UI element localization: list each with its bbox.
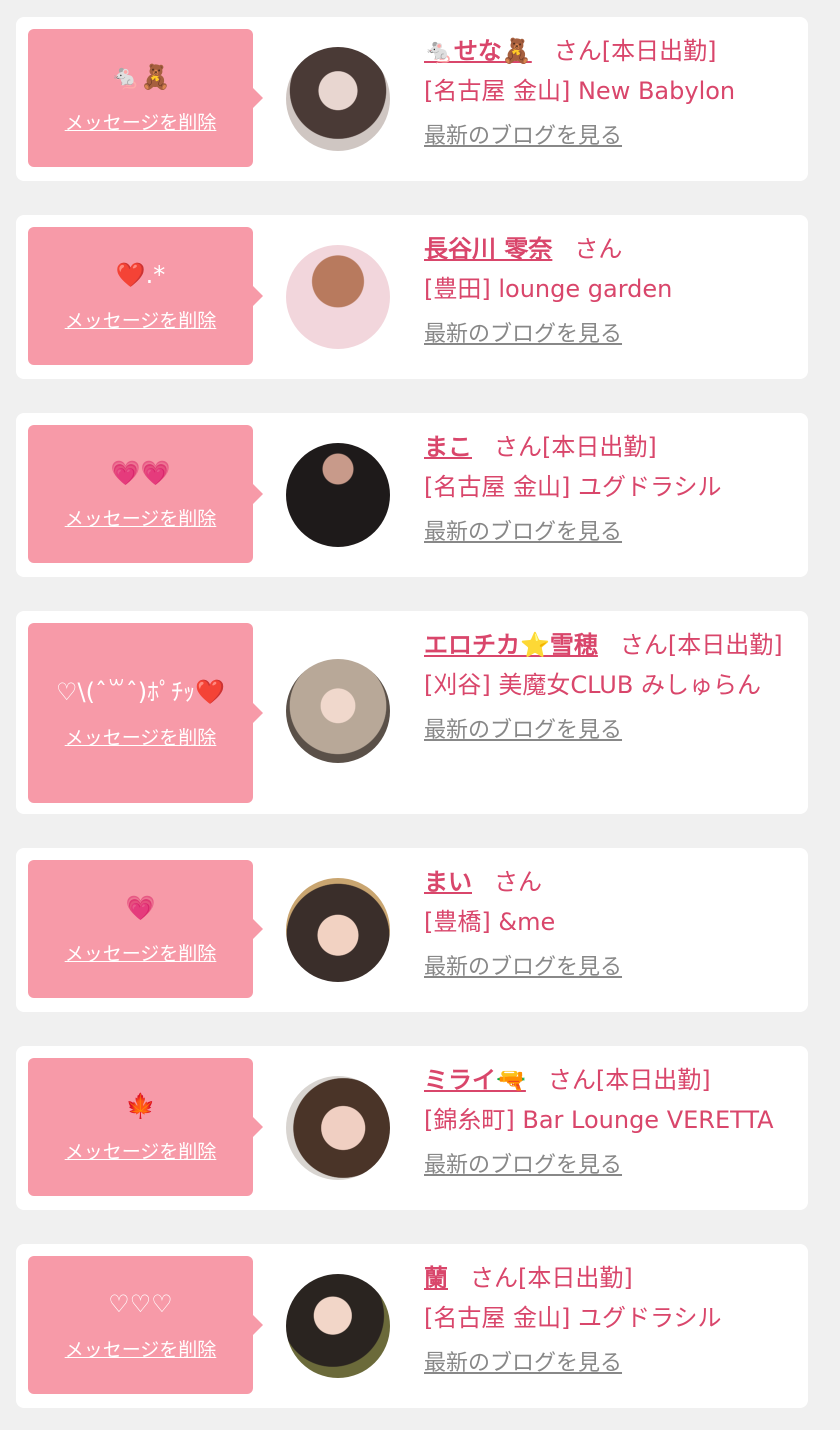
avatar[interactable] [286, 443, 390, 547]
avatar[interactable] [286, 659, 390, 763]
shop-info: [豊橋] &me [424, 908, 556, 936]
shop-info: [名古屋 金山] New Babylon [424, 77, 736, 105]
message-text: ♡♡♡ [108, 1289, 173, 1318]
message-bubble: 🐁🧸 メッセージを削除 [28, 29, 263, 167]
message-card: 💗💗 メッセージを削除 まこ さん[本日出勤] [名古屋 金山] ユグドラシル 最… [16, 413, 808, 577]
avatar[interactable] [286, 878, 390, 982]
cast-name-link[interactable]: まこ [424, 433, 472, 461]
message-text: ♡\(ˆ꒳ˆ)ﾎﾟﾁｯ❤️ [56, 677, 225, 706]
cast-name-link[interactable]: まい [424, 868, 472, 896]
delete-message-link[interactable]: メッセージを削除 [65, 1335, 217, 1362]
message-card: 🍁 メッセージを削除 ミライ🔫 さん[本日出勤] [錦糸町] Bar Lounge… [16, 1046, 808, 1210]
avatar[interactable] [286, 47, 390, 151]
latest-blog-link[interactable]: 最新のブログを見る [424, 321, 622, 349]
cast-name-link[interactable]: ミライ🔫 [424, 1066, 526, 1094]
avatar[interactable] [286, 1076, 390, 1180]
message-card: 🐁🧸 メッセージを削除 🐁せな🧸 さん[本日出勤] [名古屋 金山] New Ba… [16, 17, 808, 181]
latest-blog-link[interactable]: 最新のブログを見る [424, 123, 622, 151]
name-suffix: さん[本日出勤] [494, 433, 657, 461]
message-bubble: ❤️.* メッセージを削除 [28, 227, 263, 365]
avatar[interactable] [286, 1274, 390, 1378]
message-list: 🐁🧸 メッセージを削除 🐁せな🧸 さん[本日出勤] [名古屋 金山] New Ba… [0, 0, 840, 1430]
cast-name-link[interactable]: エロチカ⭐雪穂 [424, 631, 598, 659]
message-bubble: ♡♡♡ メッセージを削除 [28, 1256, 263, 1394]
message-card: 💗 メッセージを削除 まい さん [豊橋] &me 最新のブログを見る [16, 848, 808, 1012]
cast-name-link[interactable]: 長谷川 零奈 [424, 235, 552, 263]
delete-message-link[interactable]: メッセージを削除 [65, 306, 217, 333]
shop-info: [豊田] lounge garden [424, 275, 673, 303]
name-suffix: さん[本日出勤] [547, 1066, 711, 1094]
message-bubble: 🍁 メッセージを削除 [28, 1058, 263, 1196]
shop-info: [錦糸町] Bar Lounge VERETTA [424, 1106, 774, 1134]
name-suffix: さん [574, 235, 623, 263]
name-suffix: さん[本日出勤] [553, 37, 717, 65]
delete-message-link[interactable]: メッセージを削除 [65, 108, 217, 135]
message-card: ♡\(ˆ꒳ˆ)ﾎﾟﾁｯ❤️ メッセージを削除 エロチカ⭐雪穂 さん[本日出勤] [… [16, 611, 808, 814]
message-text: ❤️.* [115, 260, 166, 289]
shop-info: [名古屋 金山] ユグドラシル [424, 1304, 722, 1332]
message-text: 🐁🧸 [110, 62, 171, 91]
latest-blog-link[interactable]: 最新のブログを見る [424, 954, 622, 982]
cast-name-link[interactable]: 蘭 [424, 1264, 448, 1292]
name-suffix: さん [494, 868, 542, 896]
delete-message-link[interactable]: メッセージを削除 [65, 723, 217, 750]
shop-info: [刈谷] 美魔女CLUB みしゅらん [424, 671, 761, 699]
latest-blog-link[interactable]: 最新のブログを見る [424, 717, 622, 745]
shop-info: [名古屋 金山] ユグドラシル [424, 473, 722, 501]
message-card: ♡♡♡ メッセージを削除 蘭さん[本日出勤] [名古屋 金山] ユグドラシル 最… [16, 1244, 808, 1408]
latest-blog-link[interactable]: 最新のブログを見る [424, 519, 622, 547]
avatar[interactable] [286, 245, 390, 349]
message-bubble: ♡\(ˆ꒳ˆ)ﾎﾟﾁｯ❤️ メッセージを削除 [28, 623, 263, 803]
message-bubble: 💗 メッセージを削除 [28, 860, 263, 998]
delete-message-link[interactable]: メッセージを削除 [65, 939, 217, 966]
message-card: ❤️.* メッセージを削除 長谷川 零奈 さん [豊田] lounge garde… [16, 215, 808, 379]
delete-message-link[interactable]: メッセージを削除 [65, 1137, 217, 1164]
name-suffix: さん[本日出勤] [470, 1264, 633, 1292]
delete-message-link[interactable]: メッセージを削除 [65, 504, 217, 531]
cast-name-link[interactable]: 🐁せな🧸 [424, 37, 532, 65]
message-bubble: 💗💗 メッセージを削除 [28, 425, 263, 563]
latest-blog-link[interactable]: 最新のブログを見る [424, 1152, 622, 1180]
message-text: 💗 [125, 893, 156, 922]
name-suffix: さん[本日出勤] [619, 631, 783, 659]
message-text: 🍁 [125, 1091, 156, 1120]
message-text: 💗💗 [110, 458, 171, 487]
latest-blog-link[interactable]: 最新のブログを見る [424, 1350, 622, 1378]
